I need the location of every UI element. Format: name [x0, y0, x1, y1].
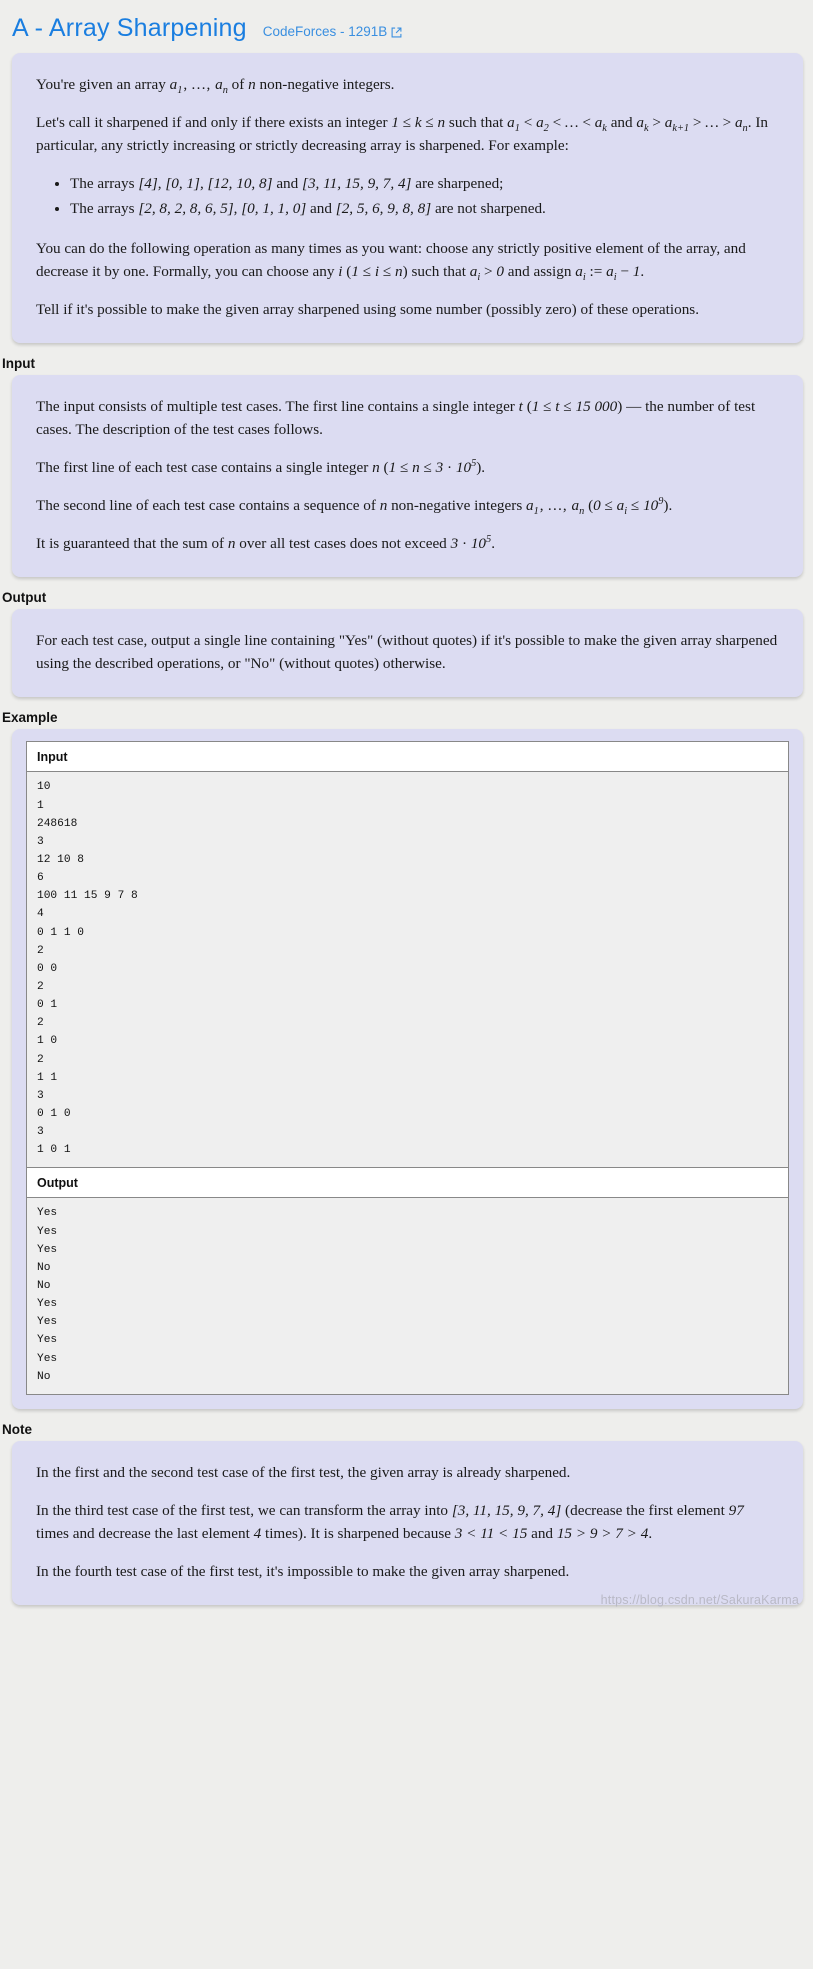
bullet2-text-b: are not sharpened.	[431, 199, 546, 217]
list-item: The arrays [4], [0, 1], [12, 10, 8] and …	[70, 172, 779, 197]
sep: and	[272, 175, 303, 193]
output-paragraph-1: For each test case, output a single line…	[36, 632, 778, 673]
statement-p1-text-c: non-negative integers.	[255, 76, 395, 93]
note-inequality-2: 15 > 9 > 7 > 4	[556, 1525, 649, 1543]
note-p2-text-d: times). It is sharpened because	[261, 1525, 455, 1543]
statement-p2-text-c: and	[606, 114, 637, 132]
input-p3-text-d: ).	[663, 497, 673, 515]
math-i-range: (1 ≤ i ≤ n)	[342, 262, 408, 280]
statement-p1-text-a: You're given an array	[36, 76, 170, 93]
array-sharpened-2: [12, 10, 8]	[207, 175, 273, 193]
bullet2-text-a: The arrays	[70, 199, 139, 217]
sep: and	[306, 199, 336, 217]
note-p2-text-e: and	[527, 1525, 557, 1543]
array-sharpened-0: [4]	[138, 175, 158, 193]
sample-output-label: Output	[27, 1167, 788, 1199]
sep: ,	[199, 175, 208, 193]
note-p2-text-c: times and decrease the last element	[36, 1525, 254, 1543]
input-p4-text-c: .	[491, 535, 495, 553]
input-p3-text-c: (	[584, 497, 594, 515]
statement-p3-text-c: and assign	[503, 262, 576, 280]
math-k-range: 1 ≤ k ≤ n	[391, 114, 446, 132]
statement-paragraph-3: You can do the following operation as ma…	[36, 237, 779, 283]
problem-page: A - Array Sharpening CodeForces - 1291B …	[0, 0, 813, 1611]
statement-paragraph-4: Tell if it's possible to make the given …	[36, 300, 700, 318]
note-card: In the first and the second test case of…	[12, 1440, 803, 1606]
input-p3-text-a: The second line of each test case contai…	[36, 497, 380, 515]
problem-source-label: CodeForces - 1291B	[262, 24, 388, 39]
input-p2-text-b: .	[481, 459, 486, 476]
note-p2-text-f: .	[648, 1525, 653, 1543]
sample-input-label: Input	[27, 742, 788, 773]
math-a1-an-2: a1, …, an	[526, 497, 585, 518]
statement-paragraph-2: Let's call it sharpened if and only if t…	[36, 111, 779, 157]
note-paragraph-3: In the fourth test case of the first tes…	[36, 1563, 570, 1581]
sample-input-text[interactable]: 10 1 248618 3 12 10 8 6 100 11 15 9 7 8 …	[27, 772, 788, 1168]
array-sharpened-1: [0, 1]	[165, 175, 200, 193]
bullet1-text-b: are sharpened;	[411, 175, 504, 193]
statement-p2-text-b: such that	[445, 114, 508, 132]
note-inequality-1: 3 < 11 < 15	[454, 1525, 528, 1543]
note-array: [3, 11, 15, 9, 7, 4]	[451, 1501, 562, 1519]
example-card: Input 10 1 248618 3 12 10 8 6 100 11 15 …	[12, 729, 803, 1409]
statement-p3-text-b: such that	[407, 262, 470, 280]
problem-source-link[interactable]: CodeForces - 1291B	[263, 24, 403, 39]
statement-p3-text-d: .	[640, 262, 645, 280]
input-paragraph-4: It is guaranteed that the sum of n over …	[36, 532, 779, 555]
math-a1-an: a1, …, an	[169, 76, 228, 97]
math-assign: ai := ai − 1	[575, 262, 641, 283]
input-paragraph-3: The second line of each test case contai…	[36, 494, 779, 517]
math-n2: n	[372, 459, 380, 476]
section-heading-input: Input	[2, 355, 35, 371]
statement-paragraph-1: You're given an array a1, …, an of n non…	[36, 73, 779, 96]
page-header: A - Array Sharpening CodeForces - 1291B	[0, 0, 813, 53]
array-sharpened-3: [3, 11, 15, 9, 7, 4]	[302, 175, 412, 193]
section-heading-note: Note	[2, 1421, 32, 1437]
array-not-sharpened-0: [2, 8, 2, 8, 6, 5]	[138, 199, 234, 217]
statement-card: You're given an array a1, …, an of n non…	[12, 53, 803, 343]
section-heading-output: Output	[2, 590, 47, 606]
list-item: The arrays [2, 8, 2, 8, 6, 5], [0, 1, 1,…	[70, 197, 779, 222]
array-not-sharpened-1: [0, 1, 1, 0]	[241, 199, 307, 217]
math-decreasing-chain: ak > ak+1 > … > an	[636, 114, 748, 135]
output-card: For each test case, output a single line…	[12, 609, 803, 698]
external-link-icon	[391, 27, 402, 38]
input-p4-text-b: over all test cases does not exceed	[235, 535, 451, 553]
sample-test-box: Input 10 1 248618 3 12 10 8 6 100 11 15 …	[26, 741, 789, 1395]
math-n-range: (1 ≤ n ≤ 3 · 105)	[379, 457, 482, 476]
sample-output-text[interactable]: Yes Yes Yes No No Yes Yes Yes Yes No	[27, 1198, 788, 1394]
input-p1-text-a: The input consists of multiple test case…	[36, 397, 519, 415]
input-paragraph-1: The input consists of multiple test case…	[36, 395, 779, 441]
note-p2-text-b: (decrease the first element	[561, 1501, 729, 1519]
math-n: n	[248, 76, 256, 93]
section-heading-example: Example	[2, 710, 58, 726]
math-sum-bound: 3 · 105	[450, 534, 492, 553]
statement-p2-text-a: Let's call it sharpened if and only if t…	[36, 114, 392, 132]
input-p3-text-b: non-negative integers	[387, 497, 527, 515]
note-p2-text-a: In the third test case of the first test…	[36, 1501, 452, 1519]
math-ai-range: 0 ≤ ai ≤ 109	[593, 496, 664, 518]
page-title: A - Array Sharpening	[12, 14, 247, 42]
math-increasing-chain: a1 < a2 < … < ak	[507, 114, 607, 135]
array-not-sharpened-2: [2, 5, 6, 9, 8, 8]	[335, 199, 432, 217]
math-ai-gt-zero: ai > 0	[469, 262, 504, 283]
note-paragraph-1: In the first and the second test case of…	[36, 1463, 571, 1481]
math-t-range: (1 ≤ t ≤ 15 000)	[522, 397, 623, 415]
math-n4: n	[227, 535, 236, 553]
note-paragraph-2: In the third test case of the first test…	[36, 1499, 779, 1545]
note-count-97: 97	[728, 1501, 744, 1519]
input-paragraph-2: The first line of each test case contain…	[36, 456, 779, 479]
statement-p1-text-b: of	[227, 76, 249, 93]
examples-list: The arrays [4], [0, 1], [12, 10, 8] and …	[36, 172, 779, 221]
input-p4-text-a: It is guaranteed that the sum of	[36, 535, 228, 553]
input-p2-text-a: The first line of each test case contain…	[36, 459, 373, 476]
input-card: The input consists of multiple test case…	[12, 374, 803, 578]
bullet1-text-a: The arrays	[70, 175, 139, 193]
